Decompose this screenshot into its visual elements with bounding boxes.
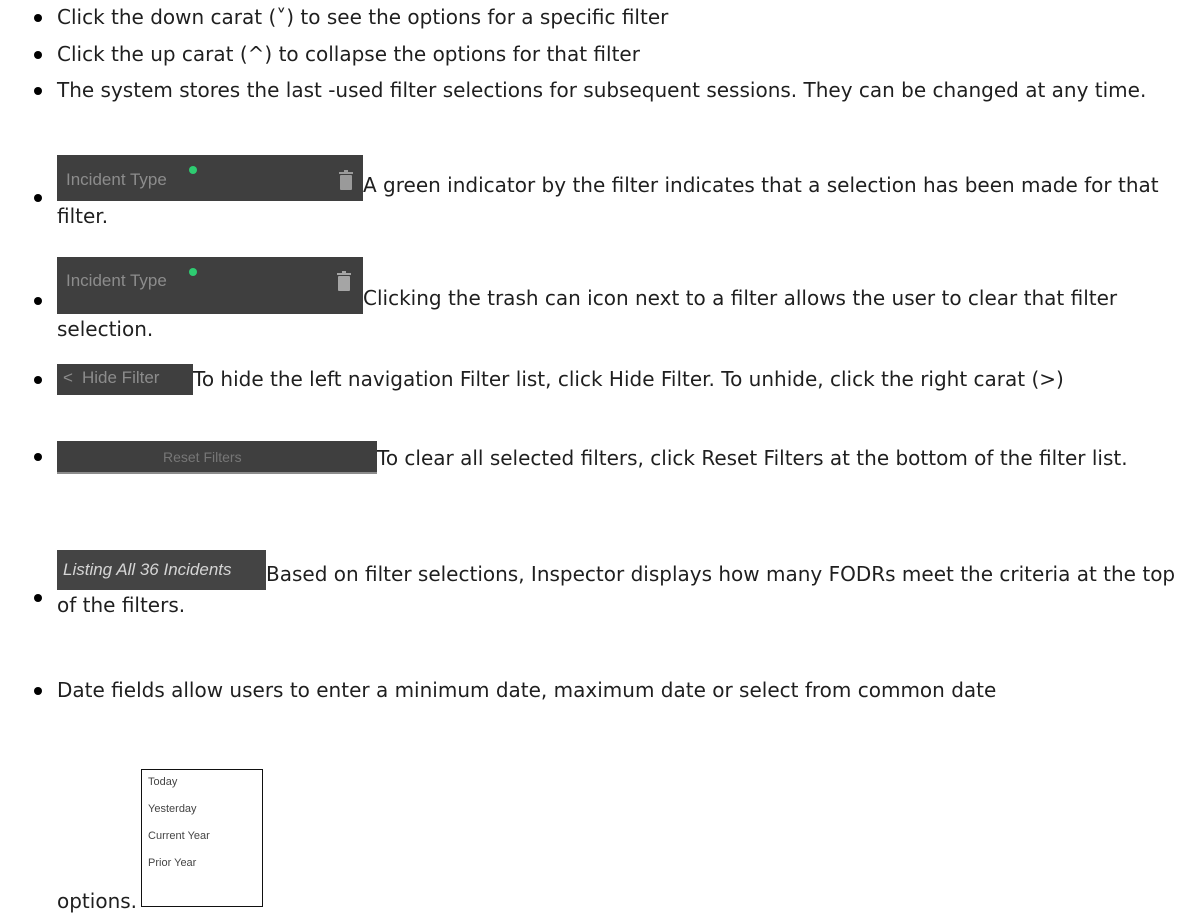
bullet-dot: [34, 194, 42, 202]
list-item-text: Reset Filters To clear all selected filt…: [57, 441, 1187, 474]
bullet-dot: [34, 687, 42, 695]
listing-count-label: Listing All 36 Incidents: [63, 560, 232, 579]
list-item: Listing All 36 Incidents Based on filter…: [34, 550, 1184, 617]
list-item: Click the up carat (^) to collapse the o…: [34, 39, 1184, 70]
list-item-text: Date fields allow users to enter a minim…: [57, 675, 1187, 706]
bullet-description: Date fields allow users to enter a minim…: [57, 678, 997, 702]
chevron-left-icon: <: [63, 368, 73, 387]
list-item-text: Listing All 36 Incidents Based on filter…: [57, 550, 1187, 621]
list-item: < Hide Filter To hide the left navigatio…: [34, 364, 1184, 426]
hide-filter-screenshot: < Hide Filter: [57, 364, 193, 395]
list-item-text: Incident Type A green indicator by the f…: [57, 155, 1187, 232]
bullet-description: To hide the left navigation Filter list,…: [193, 367, 1064, 391]
list-item-text-end: options. Today Yesterday Current Year Pr…: [57, 769, 264, 917]
bullet-description: To clear all selected filters, click Res…: [377, 446, 1128, 470]
bullet-dot: [34, 51, 42, 59]
list-item: Date fields allow users to enter a minim…: [34, 675, 1187, 913]
hide-filter-label: Hide Filter: [82, 368, 160, 387]
list-item-text: Click the down carat (˅) to see the opti…: [57, 5, 669, 29]
list-item-text: Incident Type Clicking the trash can ico…: [57, 257, 1187, 345]
bullet-dot: [34, 14, 42, 22]
list-item: Click the down carat (˅) to see the opti…: [34, 2, 1184, 33]
list-item-text: Click the up carat (^) to collapse the o…: [57, 42, 640, 66]
date-option-today[interactable]: Today: [148, 775, 177, 789]
date-option-current-year[interactable]: Current Year: [148, 829, 210, 843]
bullet-dot: [34, 87, 42, 95]
bullet-dot: [34, 594, 42, 602]
incident-type-filter-screenshot: Incident Type: [57, 257, 363, 314]
green-indicator-icon: [189, 268, 197, 276]
trash-icon: [337, 271, 351, 291]
bullet-dot: [34, 453, 42, 461]
date-option-yesterday[interactable]: Yesterday: [148, 802, 197, 816]
list-item: Incident Type Clicking the trash can ico…: [34, 257, 1184, 341]
bullet-dot: [34, 297, 42, 305]
reset-filters-screenshot: Reset Filters: [57, 441, 377, 474]
list-item: Reset Filters To clear all selected filt…: [34, 441, 1184, 503]
green-indicator-icon: [189, 166, 197, 174]
list-item-text: < Hide Filter To hide the left navigatio…: [57, 364, 1187, 395]
list-item: The system stores the last -used filter …: [34, 75, 1184, 137]
listing-count-screenshot: Listing All 36 Incidents: [57, 550, 266, 590]
incident-type-label: Incident Type: [66, 271, 167, 290]
trash-icon: [339, 170, 353, 190]
date-option-prior-year[interactable]: Prior Year: [148, 856, 196, 870]
reset-filters-label: Reset Filters: [163, 449, 242, 465]
list-item-text: The system stores the last -used filter …: [57, 78, 1147, 102]
date-options-list: Today Yesterday Current Year Prior Year: [141, 769, 264, 907]
list-item: Incident Type A green indicator by the f…: [34, 155, 1184, 228]
incident-type-label: Incident Type: [66, 170, 167, 189]
bullet-dot: [34, 376, 42, 384]
incident-type-filter-screenshot: Incident Type: [57, 155, 363, 201]
